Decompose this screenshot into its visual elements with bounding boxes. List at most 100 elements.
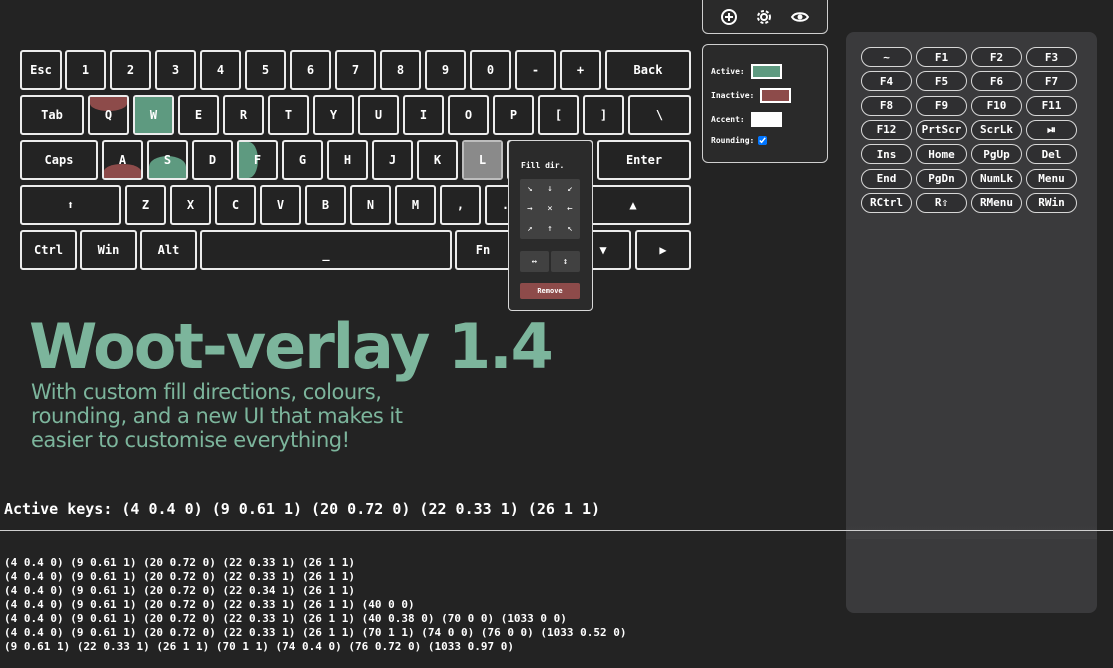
- direction-button[interactable]: ↙: [560, 179, 580, 199]
- palette-key[interactable]: F4: [861, 71, 912, 92]
- key-9[interactable]: 9: [425, 50, 466, 90]
- key-tab[interactable]: Tab: [20, 95, 84, 135]
- key-h[interactable]: H: [327, 140, 368, 180]
- key-d[interactable]: D: [192, 140, 233, 180]
- key-f[interactable]: F: [237, 140, 278, 180]
- key-c[interactable]: C: [215, 185, 256, 225]
- direction-button[interactable]: ←: [560, 199, 580, 219]
- key-shift[interactable]: ⬆: [20, 185, 121, 225]
- key-n[interactable]: N: [350, 185, 391, 225]
- key-3[interactable]: 3: [155, 50, 196, 90]
- key-j[interactable]: J: [372, 140, 413, 180]
- remove-button[interactable]: Remove: [520, 283, 580, 299]
- palette-key[interactable]: Del: [1026, 144, 1077, 165]
- key-fn[interactable]: Fn: [455, 230, 511, 270]
- key-o[interactable]: O: [448, 95, 489, 135]
- palette-key[interactable]: Ins: [861, 144, 912, 165]
- key-plus[interactable]: +: [560, 50, 601, 90]
- key-esc[interactable]: Esc: [20, 50, 62, 90]
- key-ctrl[interactable]: Ctrl: [20, 230, 77, 270]
- key-enter[interactable]: Enter: [597, 140, 691, 180]
- palette-key[interactable]: F7: [1026, 71, 1077, 92]
- key-1[interactable]: 1: [65, 50, 106, 90]
- key-t[interactable]: T: [268, 95, 309, 135]
- palette-key[interactable]: RMenu: [971, 192, 1022, 213]
- palette-key[interactable]: RWin: [1026, 192, 1077, 213]
- palette-key[interactable]: F6: [971, 71, 1022, 92]
- palette-key[interactable]: NumLk: [971, 168, 1022, 189]
- key-comma[interactable]: ,: [440, 185, 481, 225]
- palette-key[interactable]: ScrLk: [971, 119, 1022, 140]
- key-back[interactable]: Back: [605, 50, 691, 90]
- direction-button[interactable]: ↑: [540, 219, 560, 239]
- key-i[interactable]: I: [403, 95, 444, 135]
- gear-icon[interactable]: [755, 8, 773, 26]
- palette-key[interactable]: F10: [971, 95, 1022, 116]
- accent-color-swatch[interactable]: [750, 111, 782, 127]
- palette-key[interactable]: F9: [916, 95, 967, 116]
- key-m[interactable]: M: [395, 185, 436, 225]
- direction-button[interactable]: ↘: [520, 179, 540, 199]
- eye-icon[interactable]: [790, 8, 810, 26]
- key-e[interactable]: E: [178, 95, 219, 135]
- palette-key[interactable]: F12: [861, 119, 912, 140]
- palette-key[interactable]: F2: [971, 47, 1022, 67]
- key-5[interactable]: 5: [245, 50, 286, 90]
- direction-button[interactable]: →: [520, 199, 540, 219]
- active-color-swatch[interactable]: [750, 63, 782, 79]
- palette-key[interactable]: End: [861, 168, 912, 189]
- palette-key[interactable]: Home: [916, 144, 967, 165]
- key-z[interactable]: Z: [125, 185, 166, 225]
- palette-key[interactable]: F3: [1026, 47, 1077, 67]
- key-v[interactable]: V: [260, 185, 301, 225]
- key-k[interactable]: K: [417, 140, 458, 180]
- palette-key[interactable]: F8: [861, 95, 912, 116]
- horizontal-fill-button[interactable]: ↔: [520, 251, 549, 272]
- key-2[interactable]: 2: [110, 50, 151, 90]
- key-y[interactable]: Y: [313, 95, 354, 135]
- palette-key[interactable]: ⏯: [1026, 119, 1077, 140]
- key-0[interactable]: 0: [470, 50, 511, 90]
- key-lbracket[interactable]: [: [538, 95, 579, 135]
- key-space[interactable]: _: [200, 230, 452, 270]
- key-r[interactable]: R: [223, 95, 264, 135]
- palette-key[interactable]: F5: [916, 71, 967, 92]
- key-6[interactable]: 6: [290, 50, 331, 90]
- key-alt[interactable]: Alt: [140, 230, 197, 270]
- key-s[interactable]: S: [147, 140, 188, 180]
- palette-key[interactable]: ~: [861, 47, 912, 67]
- key-g[interactable]: G: [282, 140, 323, 180]
- key-a[interactable]: A: [102, 140, 143, 180]
- palette-key[interactable]: R⇧: [916, 192, 967, 213]
- key-minus[interactable]: -: [515, 50, 556, 90]
- inactive-color-swatch[interactable]: [760, 87, 792, 103]
- palette-key[interactable]: PgUp: [971, 144, 1022, 165]
- direction-button[interactable]: ↓: [540, 179, 560, 199]
- key-b[interactable]: B: [305, 185, 346, 225]
- key-7[interactable]: 7: [335, 50, 376, 90]
- palette-key[interactable]: RCtrl: [861, 192, 912, 213]
- direction-button[interactable]: ↖: [560, 219, 580, 239]
- palette-key[interactable]: F11: [1026, 95, 1077, 116]
- key-l[interactable]: L: [462, 140, 503, 180]
- key-8[interactable]: 8: [380, 50, 421, 90]
- key-w[interactable]: W: [133, 95, 174, 135]
- key-backslash[interactable]: \: [628, 95, 691, 135]
- add-icon[interactable]: [720, 8, 738, 26]
- palette-key[interactable]: PrtScr: [916, 119, 967, 140]
- key-rbracket[interactable]: ]: [583, 95, 624, 135]
- key-x[interactable]: X: [170, 185, 211, 225]
- palette-key[interactable]: PgDn: [916, 168, 967, 189]
- rounding-checkbox[interactable]: [758, 135, 768, 145]
- palette-key[interactable]: F1: [916, 47, 967, 67]
- key-u[interactable]: U: [358, 95, 399, 135]
- vertical-fill-button[interactable]: ↕: [551, 251, 580, 272]
- direction-button[interactable]: ×: [540, 199, 560, 219]
- key-caps[interactable]: Caps: [20, 140, 98, 180]
- direction-button[interactable]: ↗: [520, 219, 540, 239]
- key-win[interactable]: Win: [80, 230, 137, 270]
- key-q[interactable]: Q: [88, 95, 129, 135]
- key-right[interactable]: ▶: [635, 230, 691, 270]
- key-p[interactable]: P: [493, 95, 534, 135]
- key-4[interactable]: 4: [200, 50, 241, 90]
